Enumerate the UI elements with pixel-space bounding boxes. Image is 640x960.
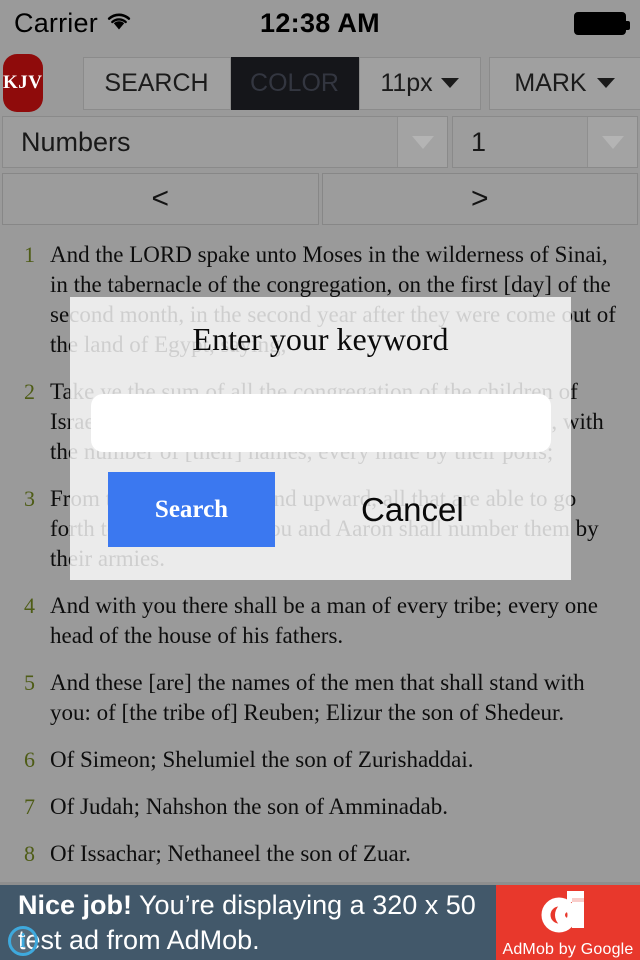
verse-number: 6 bbox=[24, 747, 35, 772]
verse-text: And with you there shall be a man of eve… bbox=[50, 593, 598, 648]
chevron-down-icon bbox=[411, 135, 434, 149]
verse-number: 1 bbox=[24, 242, 35, 267]
toolbar-segment-group: SEARCH COLOR 11px MARK bbox=[82, 56, 640, 110]
book-select[interactable]: Numbers bbox=[2, 116, 448, 168]
verse-number: 7 bbox=[24, 794, 35, 819]
dialog-title: Enter your keyword bbox=[192, 321, 449, 357]
admob-caption: AdMob by Google bbox=[502, 941, 634, 958]
book-select-value: Numbers bbox=[21, 126, 131, 157]
bible-version-label: KJV bbox=[3, 72, 43, 93]
wifi-icon bbox=[106, 11, 132, 36]
next-chapter-button[interactable]: > bbox=[321, 173, 638, 225]
color-button[interactable]: COLOR bbox=[230, 56, 359, 110]
verse-row[interactable]: 5 And these [are] the names of the men t… bbox=[14, 668, 630, 728]
chapter-select-value: 1 bbox=[471, 126, 487, 157]
verse-text: And these [are] the names of the men tha… bbox=[50, 670, 585, 725]
font-size-dropdown[interactable]: 11px bbox=[358, 56, 481, 110]
chapter-select-arrow[interactable] bbox=[587, 117, 637, 167]
selector-row: Numbers 1 bbox=[0, 116, 640, 168]
verse-row[interactable]: 8 Of Issachar; Nethaneel the son of Zuar… bbox=[14, 839, 630, 869]
chevron-down-icon bbox=[440, 78, 459, 88]
search-button-label: SEARCH bbox=[104, 68, 209, 97]
admob-logo-icon bbox=[537, 888, 599, 939]
previous-chapter-label: < bbox=[151, 182, 170, 215]
dialog-cancel-button[interactable]: Cancel bbox=[347, 483, 478, 537]
bible-version-badge[interactable]: KJV bbox=[3, 54, 43, 112]
font-size-label: 11px bbox=[380, 68, 433, 97]
verse-row[interactable]: 7 Of Judah; Nahshon the son of Amminadab… bbox=[14, 792, 630, 822]
dialog-search-button[interactable]: Search bbox=[108, 472, 275, 547]
verse-row[interactable]: 4 And with you there shall be a man of e… bbox=[14, 591, 630, 651]
verse-number: 3 bbox=[24, 486, 35, 511]
status-bar-right bbox=[574, 11, 630, 35]
verse-number: 4 bbox=[24, 593, 35, 618]
next-chapter-label: > bbox=[470, 182, 489, 215]
mark-dropdown[interactable]: MARK bbox=[488, 56, 640, 110]
chevron-down-icon bbox=[596, 78, 615, 88]
carrier-label: Carrier bbox=[14, 7, 98, 38]
previous-chapter-button[interactable]: < bbox=[2, 173, 319, 225]
app-root: Carrier 12:38 AM KJV SEARCH COLOR 11px M… bbox=[0, 0, 640, 960]
mark-label: MARK bbox=[514, 68, 587, 97]
verse-row[interactable]: 6 Of Simeon; Shelumiel the son of Zurish… bbox=[14, 745, 630, 775]
verse-text: Of Judah; Nahshon the son of Amminadab. bbox=[50, 794, 448, 819]
verse-text: Of Simeon; Shelumiel the son of Zurishad… bbox=[50, 747, 474, 772]
keyword-input[interactable] bbox=[90, 394, 551, 452]
search-keyword-dialog: Enter your keyword Search Cancel bbox=[70, 297, 571, 580]
ad-text-panel[interactable]: Nice job! You’re displaying a 320 x 50 t… bbox=[0, 885, 496, 960]
verse-number: 2 bbox=[24, 379, 35, 404]
chevron-down-icon bbox=[601, 135, 624, 149]
ad-copy: Nice job! You’re displaying a 320 x 50 t… bbox=[18, 888, 488, 958]
search-button[interactable]: SEARCH bbox=[82, 56, 231, 110]
battery-icon bbox=[574, 11, 630, 35]
chapter-select[interactable]: 1 bbox=[452, 116, 638, 168]
status-bar: Carrier 12:38 AM bbox=[0, 0, 640, 46]
book-select-arrow[interactable] bbox=[397, 117, 447, 167]
status-bar-left: Carrier bbox=[14, 8, 132, 39]
verse-number: 8 bbox=[24, 841, 35, 866]
chapter-navigation: < > bbox=[0, 173, 640, 225]
ad-logo-panel[interactable]: AdMob by Google bbox=[496, 885, 640, 960]
ad-banner[interactable]: Nice job! You’re displaying a 320 x 50 t… bbox=[0, 882, 640, 960]
dialog-actions: Search Cancel bbox=[70, 472, 571, 547]
toolbar: KJV SEARCH COLOR 11px MARK bbox=[0, 52, 640, 114]
ad-headline: Nice job! bbox=[18, 889, 133, 920]
info-icon[interactable]: i bbox=[8, 926, 38, 956]
color-button-label: COLOR bbox=[250, 68, 339, 97]
verse-text: Of Issachar; Nethaneel the son of Zuar. bbox=[50, 841, 411, 866]
verse-number: 5 bbox=[24, 670, 35, 695]
